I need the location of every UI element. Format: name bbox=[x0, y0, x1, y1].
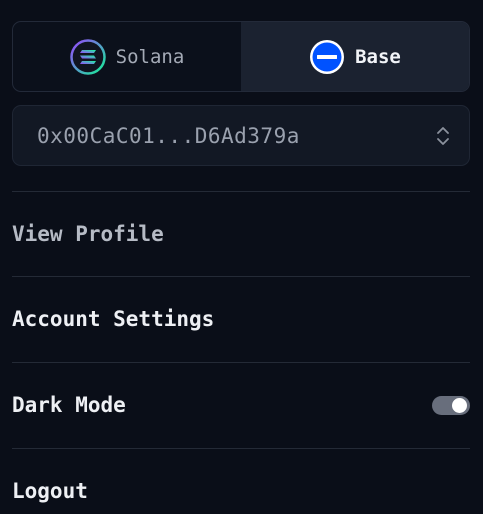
menu-item-dark-mode-label: Dark Mode bbox=[12, 393, 126, 417]
chain-option-base-label: Base bbox=[355, 45, 401, 68]
menu-item-account-settings-label: Account Settings bbox=[12, 307, 215, 331]
wallet-address-value: 0x00CaC01...D6Ad379a bbox=[37, 123, 300, 148]
menu-item-dark-mode: Dark Mode bbox=[12, 363, 470, 447]
dark-mode-toggle[interactable] bbox=[432, 395, 470, 415]
menu-item-logout[interactable]: Logout bbox=[12, 449, 470, 514]
account-menu-panel: Solana Base 0x00CaC01...D6Ad379a View Pr… bbox=[0, 0, 483, 514]
base-logo-icon bbox=[310, 39, 345, 74]
chain-option-base[interactable]: Base bbox=[241, 22, 469, 91]
menu-item-logout-label: Logout bbox=[12, 479, 88, 503]
menu-item-view-profile-label: View Profile bbox=[12, 222, 164, 246]
solana-logo-icon bbox=[69, 38, 106, 75]
menu-item-view-profile[interactable]: View Profile bbox=[12, 192, 470, 276]
wallet-address-select[interactable]: 0x00CaC01...D6Ad379a bbox=[12, 105, 470, 166]
chain-toggle: Solana Base bbox=[12, 21, 470, 92]
dark-mode-toggle-knob bbox=[452, 397, 467, 413]
menu-item-account-settings[interactable]: Account Settings bbox=[12, 277, 470, 361]
chain-option-solana-label: Solana bbox=[115, 45, 185, 68]
chain-option-solana[interactable]: Solana bbox=[13, 22, 241, 91]
chevron-up-down-icon bbox=[437, 126, 449, 145]
